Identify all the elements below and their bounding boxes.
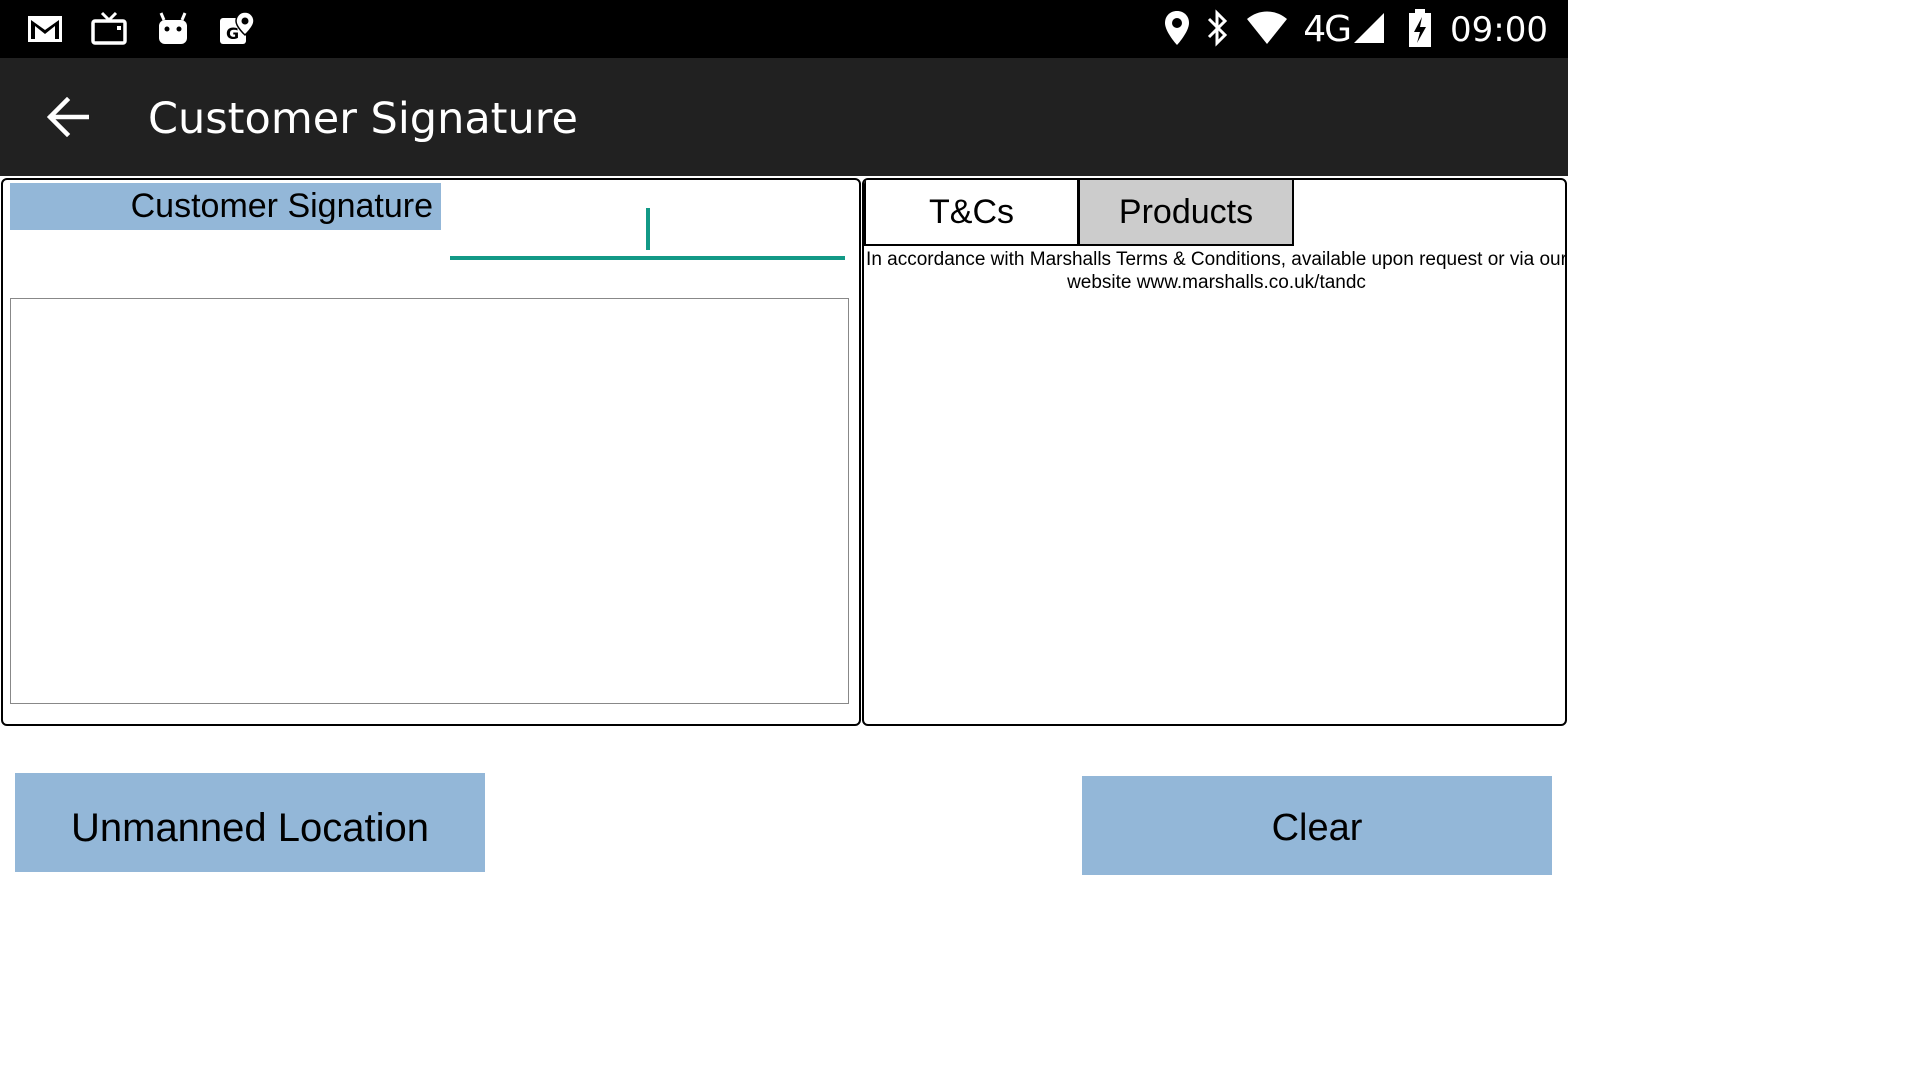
gmail-icon [26, 10, 64, 48]
signature-panel: Customer Signature [1, 178, 861, 726]
info-panel: T&Cs Products In accordance with Marshal… [862, 178, 1567, 726]
terms-text-line-1: In accordance with Marshalls Terms & Con… [866, 249, 1567, 270]
signature-pad[interactable] [10, 298, 849, 704]
status-bar: G 4G 09:00 [0, 0, 1568, 58]
page-title: Customer Signature [148, 94, 578, 144]
arrow-left-icon [47, 97, 89, 137]
tab-tcs[interactable]: T&Cs [864, 180, 1079, 246]
wifi-icon [1245, 10, 1289, 50]
unmanned-location-button[interactable]: Unmanned Location [15, 773, 485, 872]
location-icon [1163, 9, 1191, 51]
tv-icon [90, 10, 128, 48]
back-button[interactable] [36, 90, 100, 144]
tab-products[interactable]: Products [1078, 180, 1294, 246]
network-type: 4G [1303, 9, 1352, 50]
signal-icon [1352, 11, 1386, 49]
bluetooth-icon [1205, 9, 1231, 51]
svg-text:G: G [226, 24, 239, 43]
android-icon [154, 10, 192, 48]
terms-text-line-2: website www.marshalls.co.uk/tandc [1067, 272, 1366, 293]
text-cursor [646, 208, 650, 250]
input-underline [450, 256, 845, 260]
app-bar: Customer Signature [0, 58, 1568, 176]
battery-charging-icon [1408, 8, 1432, 52]
clock: 09:00 [1450, 10, 1548, 50]
signature-label: Customer Signature [10, 183, 441, 230]
terms-text: In accordance with Marshalls Terms & Con… [864, 248, 1567, 294]
clear-button[interactable]: Clear [1082, 776, 1552, 875]
maps-icon: G [218, 10, 256, 48]
signatory-name-input[interactable] [450, 190, 845, 260]
